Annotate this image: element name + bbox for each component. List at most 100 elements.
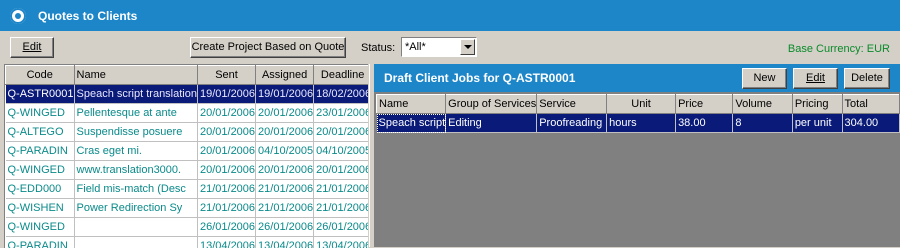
cell-deadline: 18/02/2006	[314, 85, 368, 104]
cell-deadline: 20/01/2006	[314, 161, 368, 180]
status-select[interactable]: *All*	[401, 37, 477, 57]
column-header-volume[interactable]: Volume	[733, 95, 792, 114]
cell-assigned: 20/01/2006	[256, 123, 314, 142]
table-row[interactable]: Q-WINGED 26/01/2006 26/01/2006 26/01/200…	[6, 218, 369, 237]
cell-assigned: 21/01/2006	[256, 180, 314, 199]
draft-jobs-pane: Draft Client Jobs for Q-ASTR0001 New Edi…	[374, 64, 900, 247]
app-logo-icon	[10, 8, 26, 24]
cell-deadline: 20/01/2006	[314, 123, 368, 142]
cell-name: Speach script translation	[74, 85, 197, 104]
column-header-service[interactable]: Service	[537, 95, 607, 114]
quotes-table-pane: Code Name Sent Assigned Deadline S Q-AST…	[4, 64, 368, 248]
cell-assigned: 13/04/2006	[256, 237, 314, 248]
column-header-sent[interactable]: Sent	[197, 66, 255, 85]
table-row[interactable]: Q-EDD000 Field mis-match (Desc 21/01/200…	[6, 180, 369, 199]
cell-deadline: 26/01/2006	[314, 218, 368, 237]
cell-deadline: 21/01/2006	[314, 180, 368, 199]
status-select-value: *All*	[405, 41, 426, 53]
table-row[interactable]: Q-WINGED Pellentesque at ante 20/01/2006…	[6, 104, 369, 123]
column-header-pricing[interactable]: Pricing	[792, 95, 842, 114]
cell-name: www.translation3000.	[74, 161, 197, 180]
status-label: Status:	[361, 42, 395, 54]
cell-assigned: 26/01/2006	[256, 218, 314, 237]
edit-quote-button[interactable]: Edit	[10, 37, 54, 58]
cell-unit: hours	[607, 114, 676, 133]
cell-name	[74, 218, 197, 237]
cell-sent: 13/04/2006	[197, 237, 255, 248]
cell-deadline: 13/04/2006	[314, 237, 368, 248]
window-title: Quotes to Clients	[38, 9, 137, 23]
cell-name: Pellentesque at ante	[74, 104, 197, 123]
table-row[interactable]: Q-ALTEGO Suspendisse posuere 20/01/2006 …	[6, 123, 369, 142]
cell-deadline: 23/01/2006	[314, 104, 368, 123]
cell-assigned: 20/01/2006	[256, 104, 314, 123]
draft-jobs-title: Draft Client Jobs for Q-ASTR0001	[384, 71, 575, 85]
cell-code: Q-PARADIN	[6, 237, 75, 248]
cell-code: Q-ASTR0001	[6, 85, 75, 104]
cell-sent: 21/01/2006	[197, 199, 255, 218]
cell-volume: 8	[733, 114, 792, 133]
cell-sent: 21/01/2006	[197, 180, 255, 199]
create-project-button[interactable]: Create Project Based on Quote	[190, 37, 346, 58]
table-row[interactable]: Q-PARADIN 13/04/2006 13/04/2006 13/04/20…	[6, 237, 369, 248]
cell-code: Q-EDD000	[6, 180, 75, 199]
cell-sent: 20/01/2006	[197, 123, 255, 142]
cell-name: Power Redirection Sy	[74, 199, 197, 218]
cell-service: Proofreading	[537, 114, 607, 133]
cell-sent: 20/01/2006	[197, 104, 255, 123]
cell-sent: 20/01/2006	[197, 161, 255, 180]
cell-total: 304.00	[842, 114, 899, 133]
edit-job-label: Edit	[806, 72, 825, 84]
new-job-button[interactable]: New	[742, 68, 787, 89]
cell-code: Q-PARADIN	[6, 142, 75, 161]
column-header-total[interactable]: Total	[842, 95, 899, 114]
cell-code: Q-WINGED	[6, 218, 75, 237]
cell-assigned: 04/10/2005	[256, 142, 314, 161]
cell-assigned: 19/01/2006	[256, 85, 314, 104]
edit-job-button[interactable]: Edit	[793, 68, 838, 89]
column-header-price[interactable]: Price	[676, 95, 733, 114]
cell-deadline: 04/10/2005	[314, 142, 368, 161]
base-currency-label: Base Currency: EUR	[788, 43, 890, 55]
table-row[interactable]: Q-WINGED www.translation3000. 20/01/2006…	[6, 161, 369, 180]
cell-code: Q-WINGED	[6, 104, 75, 123]
cell-job-name: Speach script	[377, 114, 446, 133]
column-header-assigned[interactable]: Assigned	[256, 66, 314, 85]
window-titlebar: Quotes to Clients	[0, 0, 900, 31]
delete-job-button[interactable]: Delete	[844, 68, 890, 89]
cell-name: Suspendisse posuere	[74, 123, 197, 142]
cell-sent: 20/01/2006	[197, 142, 255, 161]
table-row[interactable]: Speach script Editing Proofreading hours…	[377, 114, 900, 133]
cell-code: Q-WISHEN	[6, 199, 75, 218]
cell-code: Q-ALTEGO	[6, 123, 75, 142]
cell-price: 38.00	[676, 114, 733, 133]
column-header-name[interactable]: Name	[74, 66, 197, 85]
cell-pricing: per unit	[792, 114, 842, 133]
draft-jobs-table: Name Group of Services Service Unit Pric…	[376, 94, 900, 133]
column-header-job-name[interactable]: Name	[377, 95, 446, 114]
edit-quote-label: Edit	[23, 41, 42, 53]
column-header-group-of-services[interactable]: Group of Services	[446, 95, 537, 114]
cell-assigned: 21/01/2006	[256, 199, 314, 218]
cell-name	[74, 237, 197, 248]
table-row[interactable]: Q-WISHEN Power Redirection Sy 21/01/2006…	[6, 199, 369, 218]
column-header-unit[interactable]: Unit	[607, 95, 676, 114]
quotes-table: Code Name Sent Assigned Deadline S Q-AST…	[5, 65, 368, 248]
column-header-deadline[interactable]: Deadline	[314, 66, 368, 85]
cell-group-of-services: Editing	[446, 114, 537, 133]
cell-code: Q-WINGED	[6, 161, 75, 180]
table-row[interactable]: Q-ASTR0001 Speach script translation 19/…	[6, 85, 369, 104]
draft-jobs-table-header: Name Group of Services Service Unit Pric…	[377, 95, 900, 114]
cell-sent: 19/01/2006	[197, 85, 255, 104]
cell-name: Cras eget mi.	[74, 142, 197, 161]
cell-sent: 26/01/2006	[197, 218, 255, 237]
cell-deadline: 21/01/2006	[314, 199, 368, 218]
cell-name: Field mis-match (Desc	[74, 180, 197, 199]
chevron-down-icon[interactable]	[460, 39, 475, 55]
cell-assigned: 20/01/2006	[256, 161, 314, 180]
toolbar: Edit Create Project Based on Quote Statu…	[0, 31, 900, 63]
draft-jobs-header: Draft Client Jobs for Q-ASTR0001 New Edi…	[374, 64, 900, 92]
table-row[interactable]: Q-PARADIN Cras eget mi. 20/01/2006 04/10…	[6, 142, 369, 161]
column-header-code[interactable]: Code	[6, 66, 75, 85]
quotes-table-header: Code Name Sent Assigned Deadline S	[6, 66, 369, 85]
